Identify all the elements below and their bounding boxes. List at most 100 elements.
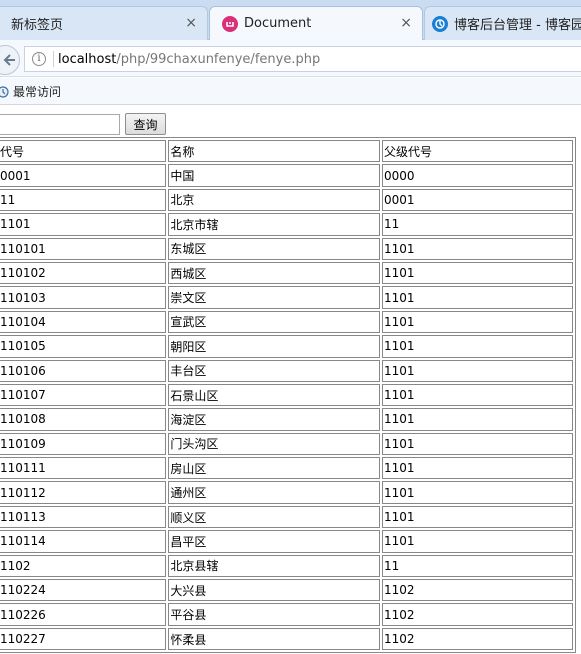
table-cell: 1101 (381, 335, 573, 358)
table-cell: 顺义区 (168, 505, 380, 529)
table-cell: 丰台区 (168, 359, 380, 382)
table-row: 110114 昌平区 1101 (0, 530, 573, 553)
table-cell: 1101 (381, 408, 573, 431)
column-header: 名称 (168, 140, 380, 163)
table-cell: 东城区 (168, 237, 380, 260)
search-input[interactable] (0, 114, 120, 135)
table-row: 1102 北京县辖 11 (0, 554, 573, 578)
table-cell: 西城区 (168, 261, 380, 285)
table-cell: 大兴县 (168, 579, 380, 602)
table-cell: 北京 (168, 188, 380, 212)
url-text: localhost/php/99chaxunfenye/fenye.php (58, 52, 320, 67)
address-bar[interactable]: i localhost/php/99chaxunfenye/fenye.php (24, 46, 581, 72)
table-cell: 平谷县 (168, 603, 380, 626)
tab-new-tab[interactable]: 新标签页 × (0, 6, 208, 40)
table-row: 11 北京 0001 (0, 188, 573, 212)
table-row: 110112 通州区 1101 (0, 481, 573, 504)
table-cell: 宣武区 (168, 310, 380, 334)
column-header: 代号 (0, 140, 167, 163)
close-icon[interactable]: × (185, 16, 197, 30)
table-cell: 110111 (0, 457, 167, 480)
table-cell: 1101 (381, 505, 573, 529)
table-cell: 1102 (381, 579, 573, 602)
bookmark-most-visited[interactable]: 最常访问 (0, 83, 61, 100)
back-button[interactable] (0, 45, 20, 75)
table-cell: 朝阳区 (168, 335, 380, 358)
table-cell: 1101 (381, 359, 573, 382)
table-cell: 1101 (381, 530, 573, 553)
tab-title: 新标签页 (11, 18, 64, 33)
table-cell: 1101 (0, 213, 167, 236)
table-row: 110104 宣武区 1101 (0, 310, 573, 334)
table-cell: 110108 (0, 408, 167, 431)
table-cell: 110112 (0, 481, 167, 504)
table-cell: 11 (0, 188, 167, 212)
table-row: 110227 怀柔县 1102 (0, 627, 573, 651)
table-cell: 通州区 (168, 481, 380, 504)
tab-strip: 新标签页 × Document × 博客后台管理 - 博客园 (0, 0, 581, 40)
url-host: localhost (58, 52, 117, 67)
table-cell: 110109 (0, 432, 167, 456)
table-row: 110103 崇文区 1101 (0, 286, 573, 309)
table-cell: 11 (381, 213, 573, 236)
table-cell: 110106 (0, 359, 167, 382)
table-cell: 110101 (0, 237, 167, 260)
table-cell: 110113 (0, 505, 167, 529)
table-cell: 110107 (0, 383, 167, 407)
table-cell: 110224 (0, 579, 167, 602)
tab-blog-admin[interactable]: 博客后台管理 - 博客园 (424, 6, 581, 40)
table-cell: 1101 (381, 237, 573, 260)
table-row: 1101 北京市辖 11 (0, 213, 573, 236)
table-cell: 1101 (381, 481, 573, 504)
table-cell: 110114 (0, 530, 167, 553)
table-cell: 110105 (0, 335, 167, 358)
results-table: 代号 名称 父级代号 0001 中国 0000 11 北京 0001 1101 北京市辖 11 1101… (0, 137, 576, 654)
table-cell: 110102 (0, 261, 167, 285)
table-cell: 1101 (381, 261, 573, 285)
bookmark-label: 最常访问 (13, 85, 62, 99)
tab-document[interactable]: Document × (209, 6, 423, 40)
table-cell: 1101 (381, 286, 573, 309)
navigation-bar: i localhost/php/99chaxunfenye/fenye.php (0, 40, 581, 77)
table-cell: 11 (381, 554, 573, 578)
table-cell: 海淀区 (168, 408, 380, 431)
table-row: 110226 平谷县 1102 (0, 603, 573, 626)
table-cell: 1101 (381, 310, 573, 334)
info-icon[interactable]: i (32, 52, 46, 66)
table-cell: 怀柔县 (168, 627, 380, 651)
table-cell: 门头沟区 (168, 432, 380, 456)
table-cell: 昌平区 (168, 530, 380, 553)
table-header-row: 代号 名称 父级代号 (0, 140, 573, 163)
table-cell: 1101 (381, 383, 573, 407)
table-cell: 1102 (381, 627, 573, 651)
search-button[interactable]: 查询 (125, 113, 166, 135)
table-row: 110109 门头沟区 1101 (0, 432, 573, 456)
table-cell: 110103 (0, 286, 167, 309)
url-separator (53, 51, 54, 67)
table-row: 110105 朝阳区 1101 (0, 335, 573, 358)
blog-favicon-icon (432, 15, 448, 32)
table-row: 110101 东城区 1101 (0, 237, 573, 260)
bookmark-folder-icon (0, 85, 9, 98)
table-row: 110111 房山区 1101 (0, 457, 573, 480)
table-row: 0001 中国 0000 (0, 164, 573, 187)
table-cell: 中国 (168, 164, 380, 187)
bookmarks-bar: 最常访问 (0, 78, 581, 105)
table-cell: 0001 (0, 164, 167, 187)
column-header: 父级代号 (381, 140, 573, 163)
table-cell: 崇文区 (168, 286, 380, 309)
table-cell: 北京县辖 (168, 554, 380, 578)
table-cell: 0000 (381, 164, 573, 187)
table-cell: 1102 (0, 554, 167, 578)
table-cell: 北京市辖 (168, 213, 380, 236)
back-arrow-icon (3, 54, 15, 66)
table-cell: 110104 (0, 310, 167, 334)
table-row: 110106 丰台区 1101 (0, 359, 573, 382)
table-row: 110107 石景山区 1101 (0, 383, 573, 407)
page-content: 查询 代号 名称 父级代号 0001 中国 0000 11 北京 0001 1101 北京市辖 11 1… (0, 106, 581, 654)
table-cell: 110226 (0, 603, 167, 626)
close-icon[interactable]: × (400, 16, 412, 30)
table-row: 110113 顺义区 1101 (0, 505, 573, 529)
table-row: 110108 海淀区 1101 (0, 408, 573, 431)
table-cell: 1102 (381, 603, 573, 626)
